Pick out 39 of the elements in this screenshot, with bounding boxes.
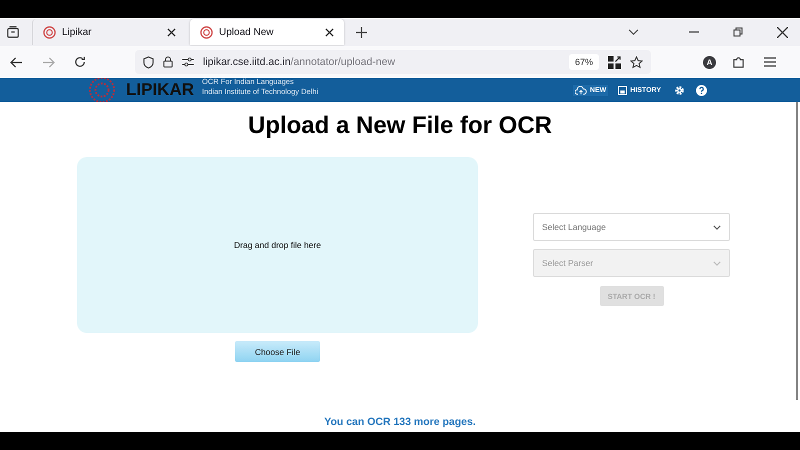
- minimize-icon[interactable]: [689, 31, 699, 33]
- chevron-down-icon: [713, 224, 721, 230]
- scrollbar[interactable]: [796, 102, 798, 400]
- lock-icon[interactable]: [163, 56, 173, 68]
- save-icon: [618, 86, 628, 94]
- drop-zone[interactable]: Drag and drop file here: [77, 157, 478, 333]
- favicon-icon: [200, 26, 213, 38]
- star-icon[interactable]: [630, 56, 643, 68]
- menu-icon[interactable]: [764, 57, 776, 67]
- browser-tab[interactable]: Upload New: [190, 19, 344, 45]
- profile-avatar[interactable]: A: [703, 56, 716, 68]
- choose-file-button[interactable]: Choose File: [235, 341, 320, 362]
- address-field[interactable]: lipikar.cse.iitd.ac.in/annotator/upload-new: [203, 56, 396, 68]
- help-icon[interactable]: [696, 84, 707, 96]
- grid-icon[interactable]: [608, 56, 621, 68]
- close-icon[interactable]: [167, 28, 176, 36]
- logo-icon: [88, 78, 116, 102]
- select-field[interactable]: Select Language: [533, 213, 730, 241]
- browser-tab[interactable]: Lipikar: [32, 19, 186, 45]
- quota-text: You can OCR 133 more pages.: [323, 416, 477, 428]
- chevron-down-icon[interactable]: [628, 28, 639, 36]
- sliders-icon[interactable]: [182, 57, 194, 67]
- drop-zone-text: Drag and drop file here: [234, 240, 321, 250]
- close-icon[interactable]: [777, 26, 788, 38]
- tab-list-icon[interactable]: [6, 25, 20, 39]
- back-icon[interactable]: [10, 56, 23, 68]
- puzzle-icon[interactable]: [732, 56, 745, 68]
- close-icon[interactable]: [325, 28, 334, 36]
- settings-icon[interactable]: [674, 84, 685, 96]
- restore-icon[interactable]: [733, 27, 743, 37]
- favicon-icon: [43, 26, 56, 38]
- chevron-down-icon: [713, 260, 721, 266]
- brand-name: LIPIKAR: [126, 80, 194, 100]
- zoom-level[interactable]: 67%: [568, 54, 599, 70]
- page-title: Upload a New File for OCR: [246, 112, 554, 140]
- cloud-upload-icon: [574, 86, 587, 94]
- new-tab-icon[interactable]: [356, 26, 367, 38]
- reload-icon[interactable]: [74, 56, 86, 68]
- shield-icon[interactable]: [143, 56, 154, 68]
